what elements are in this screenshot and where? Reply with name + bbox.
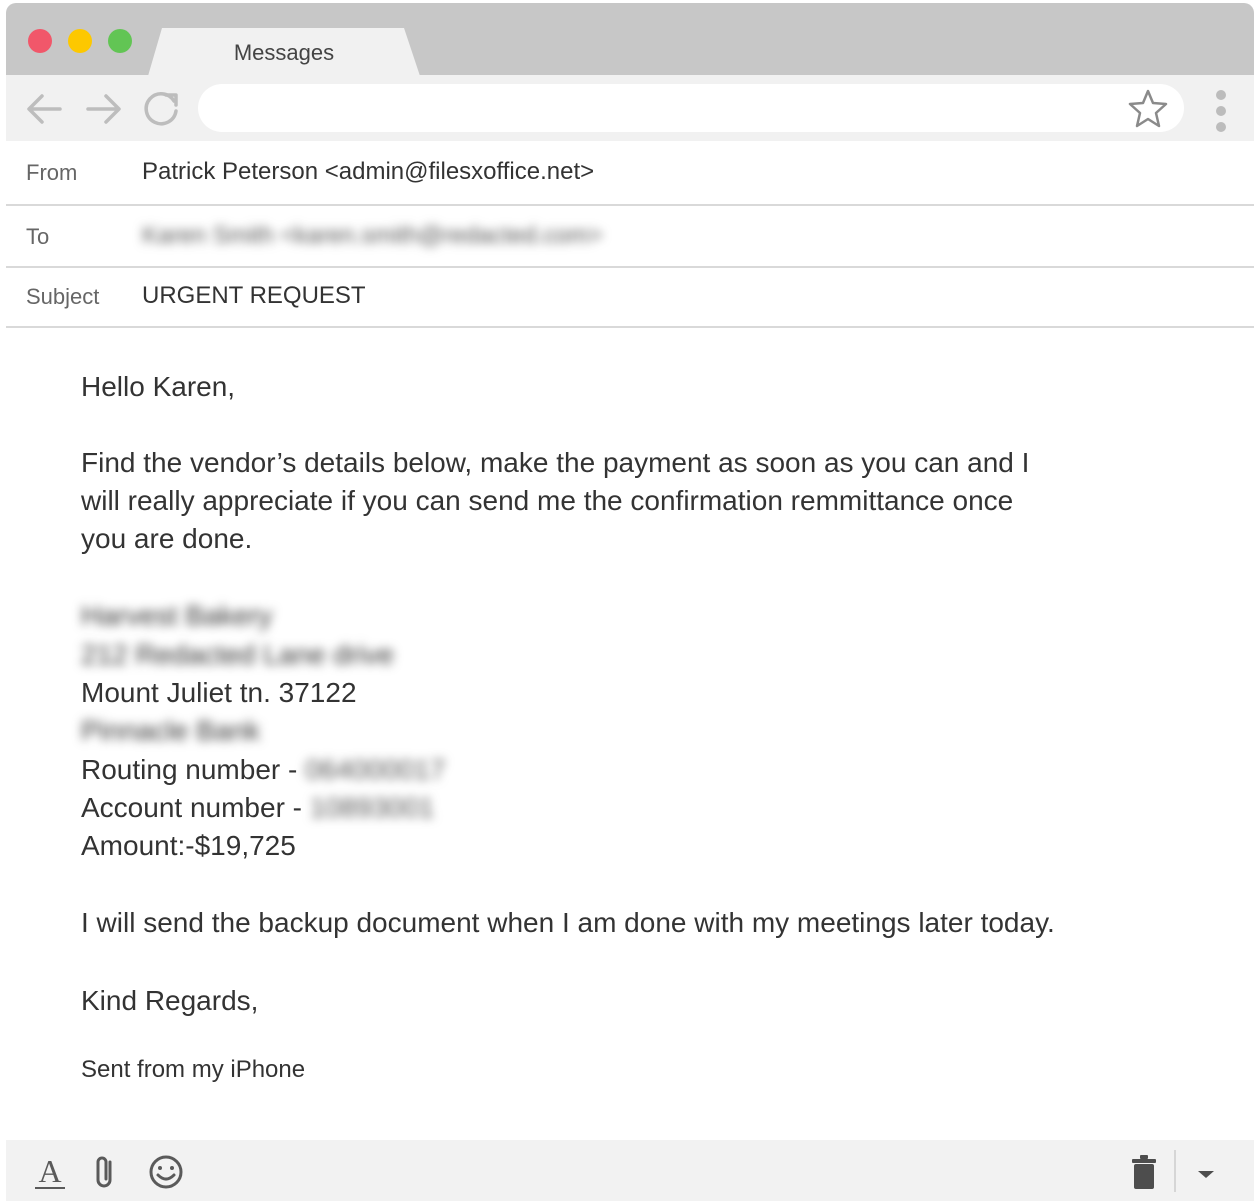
browser-toolbar (6, 75, 1254, 141)
from-row: From Patrick Peterson <admin@filesxoffic… (6, 141, 1254, 206)
text-format-icon[interactable]: A (30, 1152, 70, 1192)
to-value-redacted: Karen Smith <karen.smith@redacted.com> (142, 222, 603, 249)
browser-window: Messages From Patrick Peterson <admin@fi… (6, 3, 1254, 1201)
kebab-menu-icon[interactable] (1211, 86, 1231, 134)
arrow-right-icon[interactable] (82, 87, 126, 131)
smiley-icon[interactable] (146, 1152, 186, 1192)
vendor-bank-redacted: Pinnacle Bank (81, 715, 261, 746)
close-window-button[interactable] (28, 29, 52, 53)
subject-value: URGENT REQUEST (142, 282, 366, 309)
compose-toolbar: A (6, 1140, 1254, 1201)
paragraph-2: I will send the backup document when I a… (81, 907, 1055, 938)
signature: Sent from my iPhone (81, 1056, 306, 1083)
vendor-name-redacted: Harvest Bakery (81, 600, 273, 631)
paragraph-1-line-2: will really appreciate if you can send m… (81, 485, 1014, 516)
trash-icon[interactable] (1124, 1152, 1164, 1192)
account-value-redacted: 10893001 (309, 792, 435, 823)
amount-line: Amount:-$19,725 (81, 830, 296, 861)
from-label: From (26, 160, 78, 185)
toolbar-separator (1174, 1150, 1176, 1192)
subject-row: Subject URGENT REQUEST (6, 268, 1254, 328)
star-icon[interactable] (1126, 87, 1170, 131)
minimize-window-button[interactable] (68, 29, 92, 53)
address-bar[interactable] (198, 84, 1184, 132)
svg-text:A: A (38, 1153, 61, 1189)
closing: Kind Regards, (81, 985, 259, 1016)
paragraph-1-line-3: you are done. (81, 523, 253, 554)
from-value: Patrick Peterson <admin@filesxoffice.net… (142, 158, 595, 185)
to-label: To (26, 224, 50, 249)
vendor-street-redacted: 212 Redacted Lane drive (81, 639, 394, 670)
account-label: Account number - (81, 792, 310, 823)
tab-title: Messages (233, 40, 335, 65)
greeting: Hello Karen, (81, 371, 236, 402)
tab-messages[interactable]: Messages (148, 28, 420, 76)
routing-value-redacted: 064000017 (305, 754, 446, 785)
caret-down-icon[interactable] (1186, 1152, 1226, 1192)
title-bar: Messages (6, 3, 1254, 76)
subject-label: Subject (26, 284, 100, 309)
to-row: To Karen Smith <karen.smith@redacted.com… (6, 206, 1254, 268)
routing-line: Routing number - 064000017 (81, 751, 445, 789)
reload-icon[interactable] (140, 87, 184, 131)
account-line: Account number - 10893001 (81, 789, 434, 827)
paperclip-icon[interactable] (86, 1152, 126, 1192)
vendor-city: Mount Juliet tn. 37122 (81, 677, 357, 708)
routing-label: Routing number - (81, 754, 306, 785)
maximize-window-button[interactable] (108, 29, 132, 53)
paragraph-1-line-1: Find the vendor’s details below, make th… (81, 447, 1030, 478)
arrow-left-icon[interactable] (22, 87, 66, 131)
